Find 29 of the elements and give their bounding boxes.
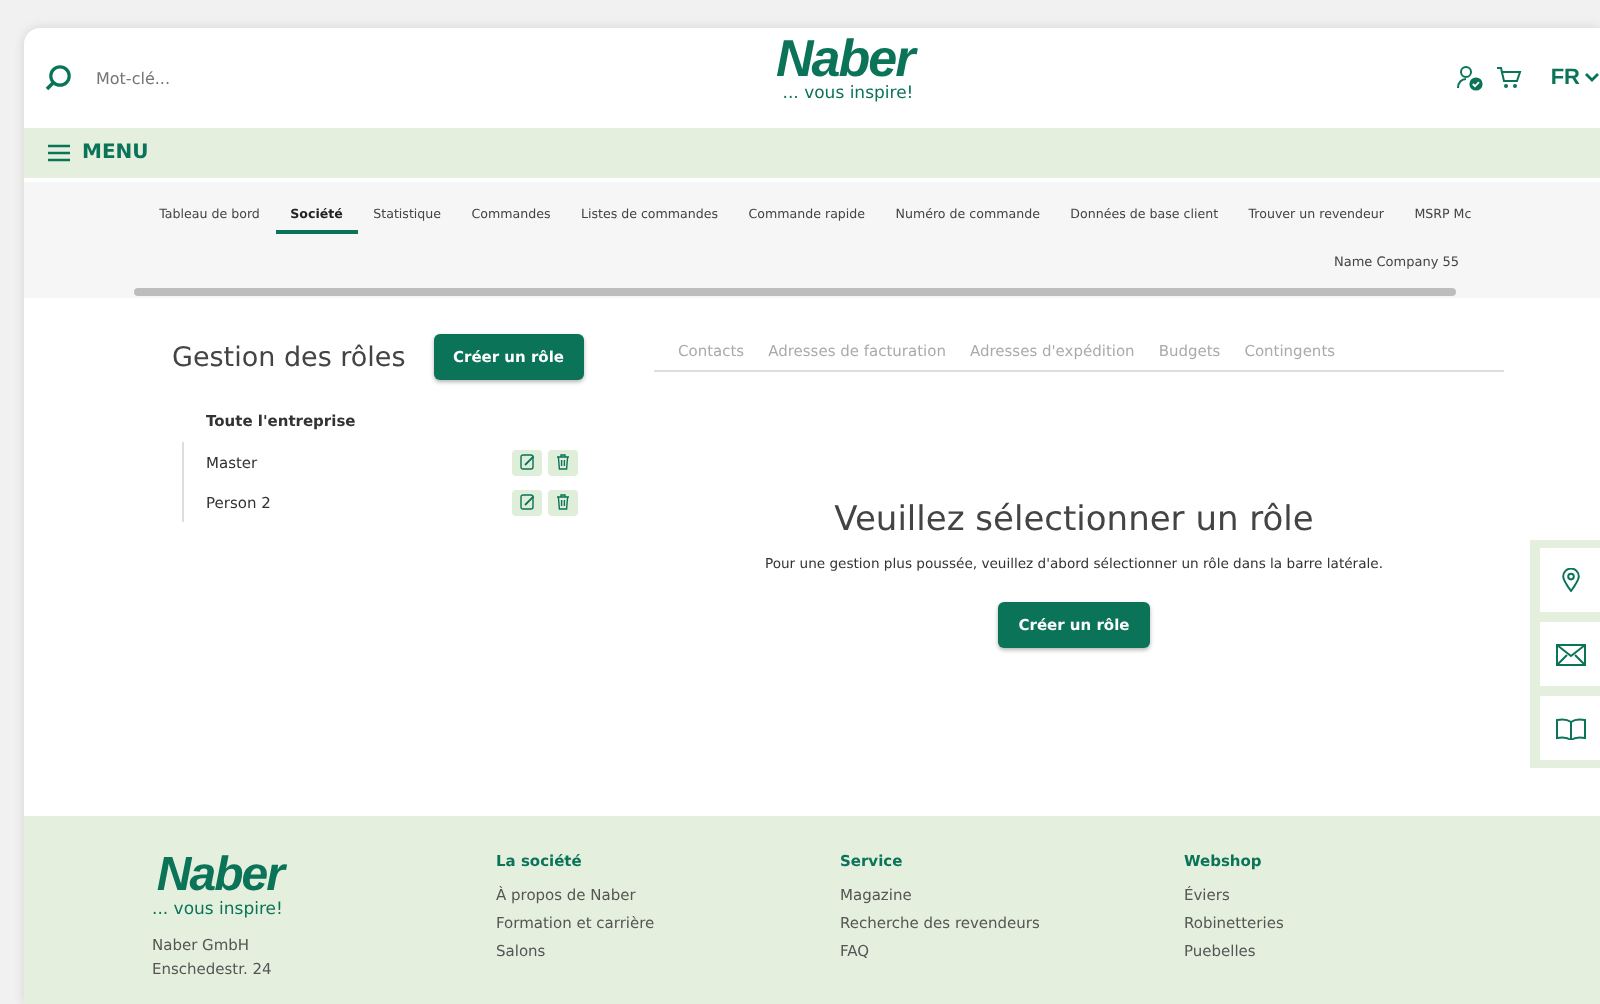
logo-wordmark[interactable]: Naber bbox=[156, 852, 283, 900]
location-pin-icon bbox=[1561, 568, 1579, 592]
user-check-icon[interactable] bbox=[1456, 64, 1485, 92]
menu-icon[interactable] bbox=[48, 144, 70, 162]
delete-button[interactable] bbox=[548, 489, 578, 515]
book-icon bbox=[1555, 717, 1585, 739]
edit-button[interactable] bbox=[512, 449, 542, 475]
search-icon[interactable] bbox=[44, 64, 72, 92]
edit-button[interactable] bbox=[512, 489, 542, 515]
logo-tagline: ... vous inspire! bbox=[152, 900, 283, 922]
trash-icon bbox=[556, 454, 570, 470]
cart-icon[interactable] bbox=[1496, 66, 1523, 90]
language-selector[interactable]: FR bbox=[1534, 66, 1600, 90]
trash-icon bbox=[556, 494, 570, 510]
location-button[interactable] bbox=[1540, 548, 1600, 612]
logo-wordmark[interactable]: Naber bbox=[776, 32, 914, 84]
chevron-down-icon bbox=[1584, 72, 1600, 84]
edit-icon bbox=[519, 454, 535, 470]
menu-label[interactable]: MENU bbox=[82, 142, 149, 164]
search-field[interactable]: Mot-clé... bbox=[92, 67, 300, 89]
mail-button[interactable] bbox=[1540, 622, 1600, 686]
page-title: Gestion des rôles bbox=[172, 341, 406, 373]
logo-tagline: ... vous inspire! bbox=[782, 84, 914, 106]
catalog-button[interactable] bbox=[1540, 696, 1600, 760]
delete-button[interactable] bbox=[548, 449, 578, 475]
edit-icon bbox=[519, 494, 535, 510]
empty-state-title: Veuillez sélectionner un rôle bbox=[834, 500, 1314, 540]
scrollbar-thumb[interactable] bbox=[134, 288, 1456, 296]
envelope-icon bbox=[1555, 643, 1585, 665]
